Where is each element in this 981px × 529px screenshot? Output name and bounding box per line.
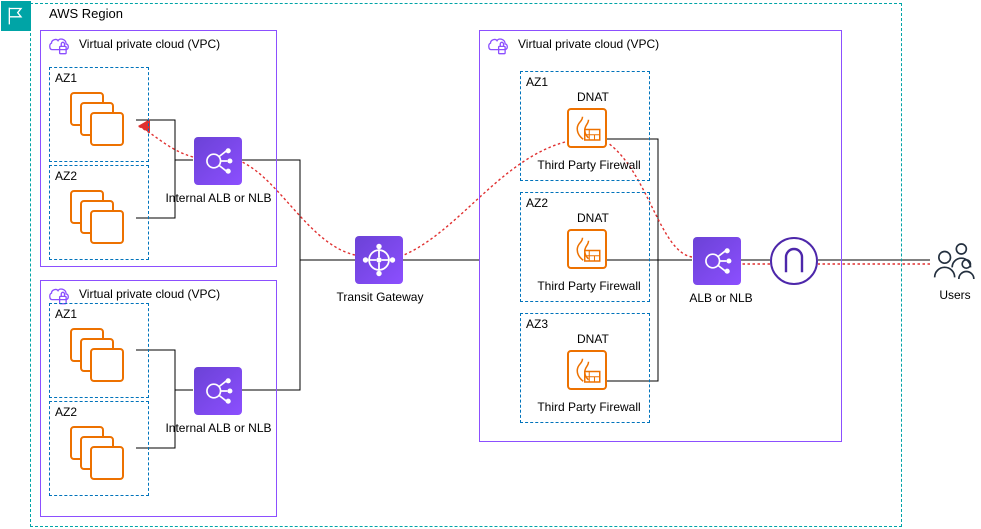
ec2-instances-icon (70, 92, 126, 148)
vpc-bottom-left: Virtual private cloud (VPC) AZ1 AZ2 Inte… (40, 280, 277, 517)
dnat-label: DNAT (577, 211, 609, 225)
vpc-label: Virtual private cloud (VPC) (79, 37, 220, 51)
transit-gateway-icon (355, 236, 403, 284)
diagram-canvas: AWS Region Virtual private cloud (VPC) A… (0, 0, 981, 529)
elb-icon (693, 237, 741, 285)
az-label: AZ2 (55, 169, 77, 183)
load-balancer-icon (201, 144, 235, 178)
region-label: AWS Region (49, 6, 123, 21)
az-label: AZ2 (55, 405, 77, 419)
region-badge-icon (1, 1, 31, 31)
az-box: AZ1 (49, 303, 149, 398)
az-box: AZ1 (49, 67, 149, 162)
fw-label: Third Party Firewall (529, 279, 649, 293)
internet-gateway-icon (770, 237, 818, 285)
firewall-icon (567, 108, 607, 148)
ec2-instances-icon (70, 328, 126, 384)
fw-label: Third Party Firewall (529, 400, 649, 414)
az-box: AZ3 DNAT Third Party Firewall (520, 313, 650, 423)
vpc-label: Virtual private cloud (VPC) (518, 37, 659, 51)
flag-icon (6, 6, 26, 26)
lb-label: ALB or NLB (682, 291, 760, 305)
users-icon (928, 234, 978, 287)
az-label: AZ2 (526, 196, 548, 210)
dnat-label: DNAT (577, 90, 609, 104)
az-label: AZ1 (55, 307, 77, 321)
users-label: Users (935, 288, 975, 302)
vpc-label: Virtual private cloud (VPC) (79, 287, 220, 301)
ec2-instances-icon (70, 190, 126, 246)
firewall-icon (567, 229, 607, 269)
az-box: AZ2 (49, 165, 149, 260)
tgw-label: Transit Gateway (330, 290, 430, 304)
lb-label: Internal ALB or NLB (161, 421, 276, 435)
load-balancer-icon (700, 244, 734, 278)
elb-icon (194, 137, 242, 185)
az-label: AZ1 (55, 71, 77, 85)
az-label: AZ3 (526, 317, 548, 331)
az-box: AZ1 DNAT Third Party Firewall (520, 71, 650, 181)
vpc-icon (483, 34, 511, 62)
az-box: AZ2 (49, 401, 149, 496)
vpc-icon (44, 34, 72, 62)
lb-label: Internal ALB or NLB (161, 191, 276, 205)
tgw-icon (361, 242, 397, 278)
dnat-label: DNAT (577, 332, 609, 346)
az-label: AZ1 (526, 75, 548, 89)
az-box: AZ2 DNAT Third Party Firewall (520, 192, 650, 302)
ec2-instances-icon (70, 426, 126, 482)
elb-icon (194, 367, 242, 415)
fw-label: Third Party Firewall (529, 158, 649, 172)
vpc-right: Virtual private cloud (VPC) AZ1 DNAT Thi… (479, 30, 842, 442)
vpc-top-left: Virtual private cloud (VPC) AZ1 AZ2 (40, 30, 277, 267)
load-balancer-icon (201, 374, 235, 408)
firewall-icon (567, 350, 607, 390)
